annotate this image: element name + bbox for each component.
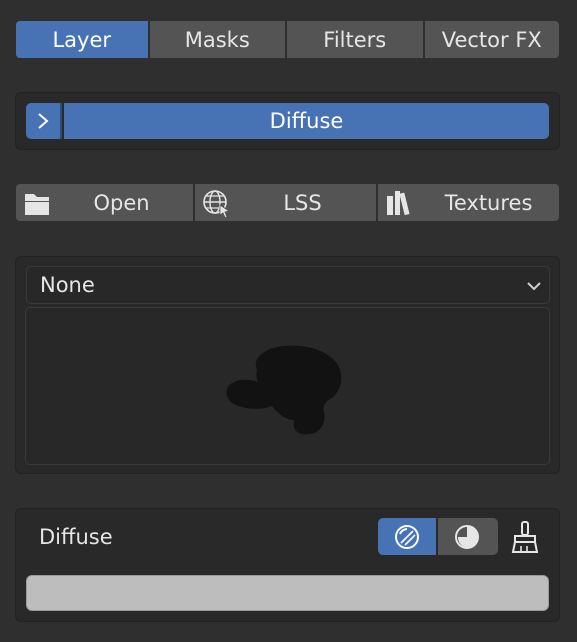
tab-masks[interactable]: Masks	[149, 21, 286, 58]
monkey-silhouette-icon	[226, 345, 342, 435]
image-actions: Open LSS Textures	[16, 184, 559, 221]
open-button[interactable]: Open	[16, 184, 193, 221]
layer-properties-panel: Layer Masks Filters Vector FX Diffuse Op…	[0, 0, 577, 642]
open-label: Open	[93, 190, 150, 215]
channel-selector[interactable]: Diffuse	[64, 103, 549, 139]
globe-cursor-icon	[203, 190, 230, 218]
tab-layer[interactable]: Layer	[16, 21, 148, 58]
image-dropdown-value: None	[40, 273, 95, 297]
textures-button[interactable]: Textures	[378, 184, 559, 221]
sphere-mode-toggle[interactable]	[378, 518, 436, 555]
brush-icon[interactable]	[510, 520, 542, 554]
color-swatch[interactable]	[26, 575, 549, 611]
chevron-right-icon	[38, 113, 49, 129]
tab-filters[interactable]: Filters	[287, 21, 423, 58]
image-dropdown[interactable]: None	[26, 266, 550, 304]
textures-label: Textures	[444, 190, 533, 215]
lss-button[interactable]: LSS	[195, 184, 376, 221]
sphere-shading-icon	[395, 525, 419, 549]
expand-channel-button[interactable]	[26, 103, 62, 139]
library-books-icon	[387, 191, 410, 216]
half-shading-icon	[455, 525, 479, 549]
tab-bar: Layer Masks Filters Vector FX	[16, 21, 560, 58]
lss-label: LSS	[283, 190, 322, 215]
paint-channel-label: Diffuse	[39, 525, 113, 549]
tab-vector-fx[interactable]: Vector FX	[424, 21, 560, 58]
folder-icon	[25, 194, 49, 215]
half-mode-toggle[interactable]	[438, 518, 498, 555]
chevron-down-icon	[527, 282, 541, 291]
